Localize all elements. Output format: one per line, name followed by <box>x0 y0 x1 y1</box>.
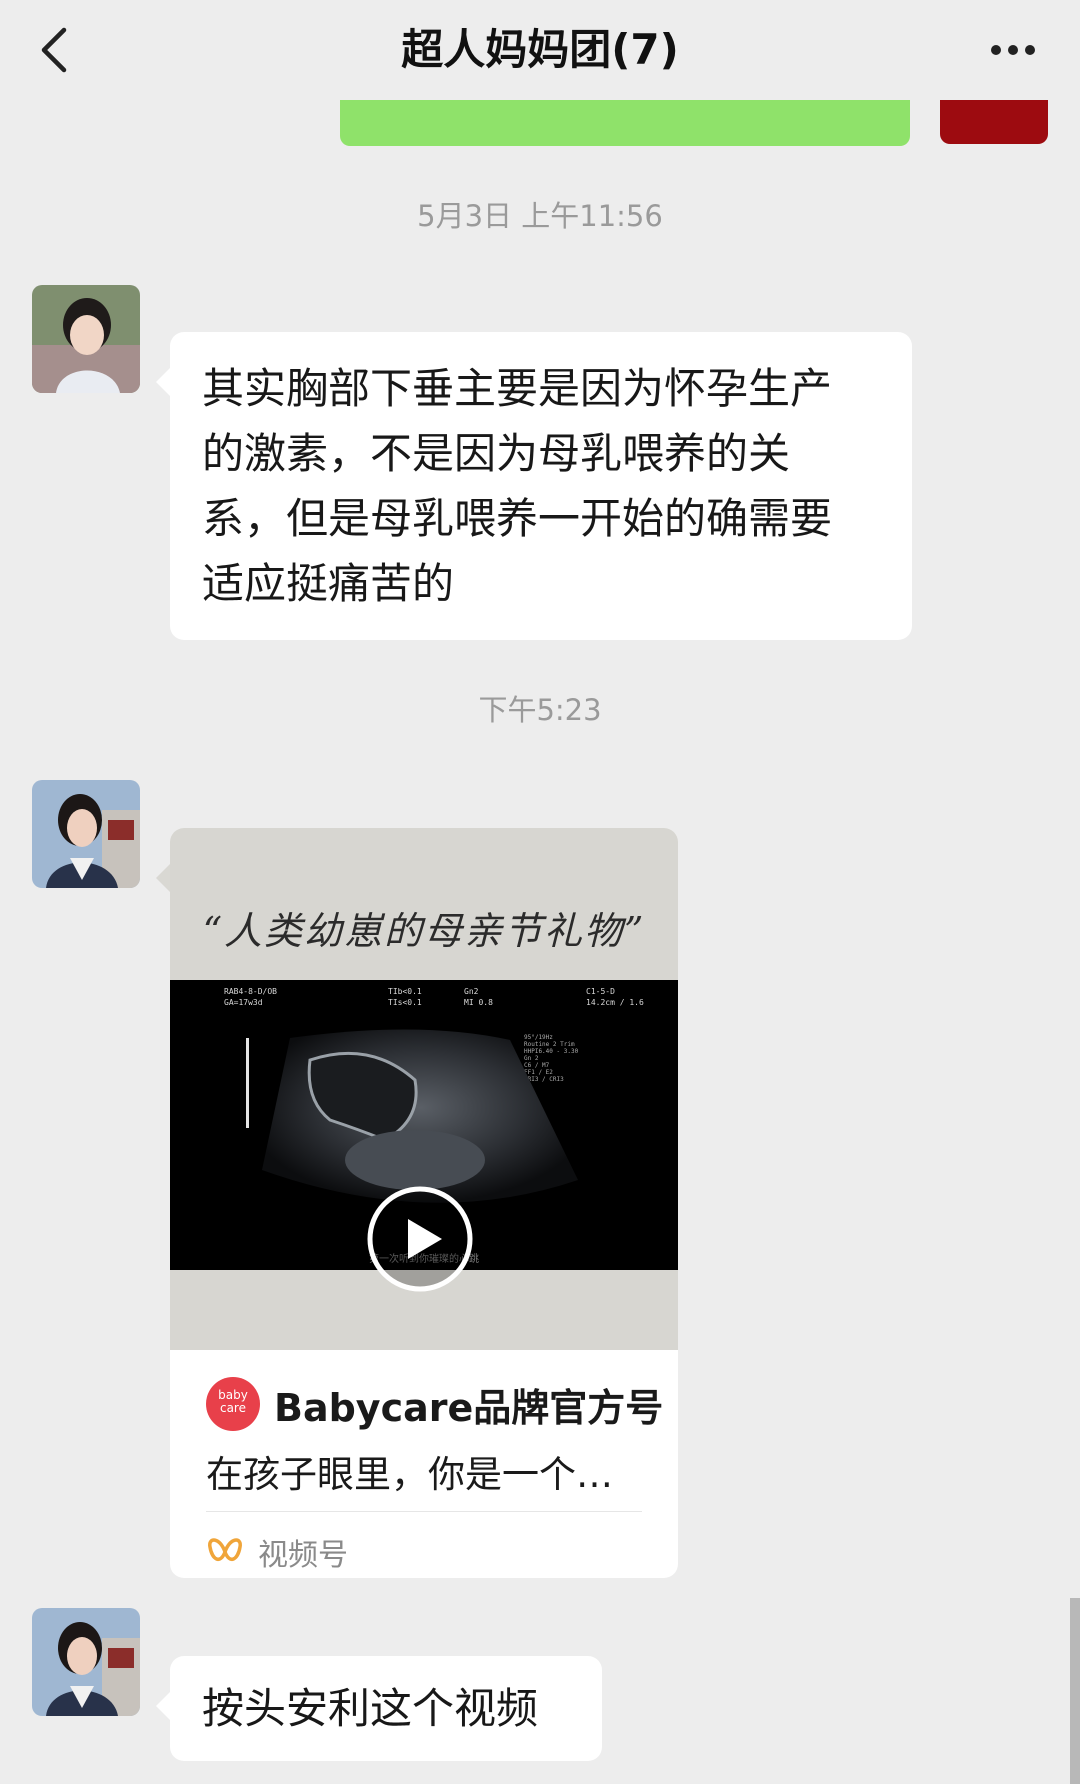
scrollbar[interactable] <box>1070 1598 1080 1784</box>
channels-butterfly-icon <box>208 1538 242 1562</box>
avatar-photo-icon <box>32 285 140 393</box>
divider <box>206 1511 642 1512</box>
video-description: 在孩子眼里，你是一个… <box>206 1453 613 1496</box>
message-line: 的激素，不是因为母乳喂养的关 <box>202 429 791 478</box>
video-caption: “人类幼崽的母亲节礼物” <box>202 909 646 953</box>
more-button[interactable] <box>980 24 1046 76</box>
message-line: 其实胸部下垂主要是因为怀孕生产 <box>202 364 833 413</box>
avatar-photo-icon <box>32 780 140 888</box>
message-line: 按头安利这个视频 <box>202 1684 539 1733</box>
video-share-card[interactable]: “人类幼崽的母亲节礼物” RAB4-8-D/OB GA=17w3d TIb<0.… <box>170 828 678 1578</box>
chat-title: 超人妈妈团(7) <box>401 25 679 74</box>
message-bubble[interactable]: 按头安利这个视频 <box>156 1656 602 1761</box>
message-bubble[interactable]: 其实胸部下垂主要是因为怀孕生产 的激素，不是因为母乳喂养的关 系，但是母乳喂养一… <box>156 332 912 640</box>
chat-header: 超人妈妈团(7) <box>0 0 1080 100</box>
ellipsis-icon <box>991 45 1035 55</box>
play-icon[interactable] <box>366 1185 474 1293</box>
brand-logo-text: baby care <box>218 1388 248 1415</box>
source-row: 视频号 <box>206 1532 348 1573</box>
avatar[interactable] <box>32 285 140 393</box>
message-line: 适应挺痛苦的 <box>202 559 455 608</box>
timestamp: 下午5:23 <box>478 693 602 727</box>
ultrasound-image: RAB4-8-D/OB GA=17w3d TIb<0.1 TIs<0.1 Gn2… <box>170 980 678 1292</box>
video-thumbnail[interactable]: “人类幼崽的母亲节礼物” RAB4-8-D/OB GA=17w3d TIb<0.… <box>170 828 678 1350</box>
timestamp: 5月3日 上午11:56 <box>417 199 663 233</box>
previous-self-message-bubble[interactable] <box>340 96 910 146</box>
brand-name: Babycare品牌官方号 <box>274 1385 664 1430</box>
avatar[interactable] <box>32 1608 140 1716</box>
avatar-photo-icon <box>32 1608 140 1716</box>
babycare-logo-icon: baby care <box>206 1377 260 1431</box>
brand-row[interactable]: baby care Babycare品牌官方号 <box>206 1376 663 1432</box>
avatar[interactable] <box>32 780 140 888</box>
message-line: 系，但是母乳喂养一开始的确需要 <box>202 494 833 543</box>
chat-screen: 超人妈妈团(7) 5月3日 上午11:56 其实胸部下垂主要是因为怀孕生产 的激… <box>0 0 1080 1784</box>
card-pointer <box>156 864 170 892</box>
self-avatar[interactable] <box>940 96 1048 144</box>
source-label: 视频号 <box>258 1538 348 1573</box>
